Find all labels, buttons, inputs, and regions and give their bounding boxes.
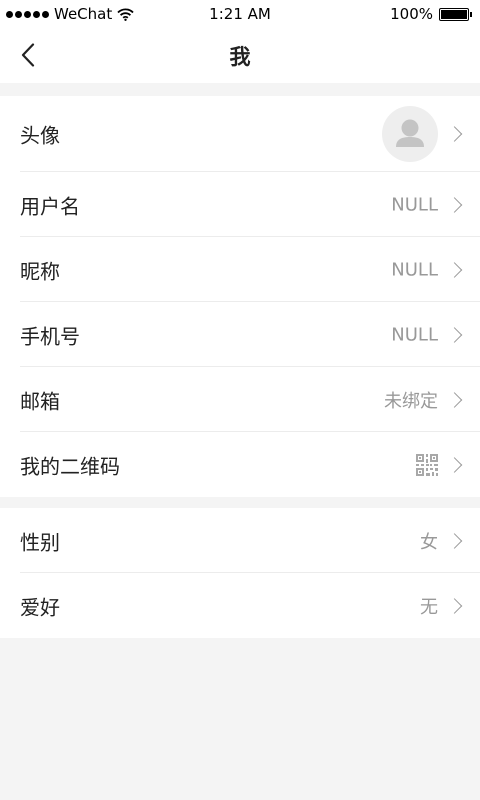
avatar-row[interactable]: 头像	[0, 96, 480, 172]
email-row[interactable]: 邮箱 未绑定	[0, 367, 480, 432]
username-label: 用户名	[20, 194, 80, 218]
back-chevron-icon	[21, 43, 35, 67]
email-value: 未绑定	[384, 390, 438, 412]
profile-section: 头像 用户名 NULL 昵称 NULL 手机号 NULL 邮箱 未绑定 我的二维…	[0, 96, 480, 497]
gender-value: 女	[420, 531, 438, 553]
details-section: 性别 女 爱好 无	[0, 508, 480, 638]
qr-code-icon	[416, 453, 438, 476]
gender-label: 性别	[20, 530, 60, 554]
nickname-row[interactable]: 昵称 NULL	[0, 237, 480, 302]
hobby-label: 爱好	[20, 595, 60, 619]
default-user-avatar-icon	[396, 119, 424, 147]
hobby-row[interactable]: 爱好 无	[0, 573, 480, 638]
status-bar: WeChat 1:21 AM 100%	[0, 0, 480, 28]
chevron-right-icon	[446, 456, 463, 473]
status-right: 100%	[390, 5, 472, 23]
avatar-label: 头像	[20, 123, 60, 148]
nickname-value: NULL	[391, 259, 438, 280]
username-value: NULL	[391, 194, 438, 215]
qr-code-row[interactable]: 我的二维码	[0, 432, 480, 497]
battery-icon	[439, 7, 469, 21]
chevron-right-icon	[446, 126, 463, 142]
battery-percentage: 100%	[390, 5, 433, 23]
username-row[interactable]: 用户名 NULL	[0, 172, 480, 237]
battery-tip	[470, 11, 472, 17]
gender-row[interactable]: 性别 女	[0, 508, 480, 573]
back-button[interactable]	[10, 37, 46, 73]
chevron-right-icon	[446, 326, 463, 343]
chevron-right-icon	[446, 532, 463, 549]
chevron-right-icon	[446, 261, 463, 278]
phone-row[interactable]: 手机号 NULL	[0, 302, 480, 367]
chevron-right-icon	[446, 196, 463, 213]
nickname-label: 昵称	[20, 259, 60, 283]
chevron-right-icon	[446, 391, 463, 408]
phone-value: NULL	[391, 324, 438, 345]
page-title: 我	[229, 45, 251, 69]
qr-code-label: 我的二维码	[20, 454, 120, 478]
email-label: 邮箱	[20, 389, 60, 413]
nav-bar: 我	[0, 28, 480, 83]
chevron-right-icon	[446, 597, 463, 614]
battery-fill	[441, 9, 467, 19]
avatar	[382, 106, 438, 162]
hobby-value: 无	[420, 596, 438, 618]
phone-label: 手机号	[20, 324, 80, 348]
